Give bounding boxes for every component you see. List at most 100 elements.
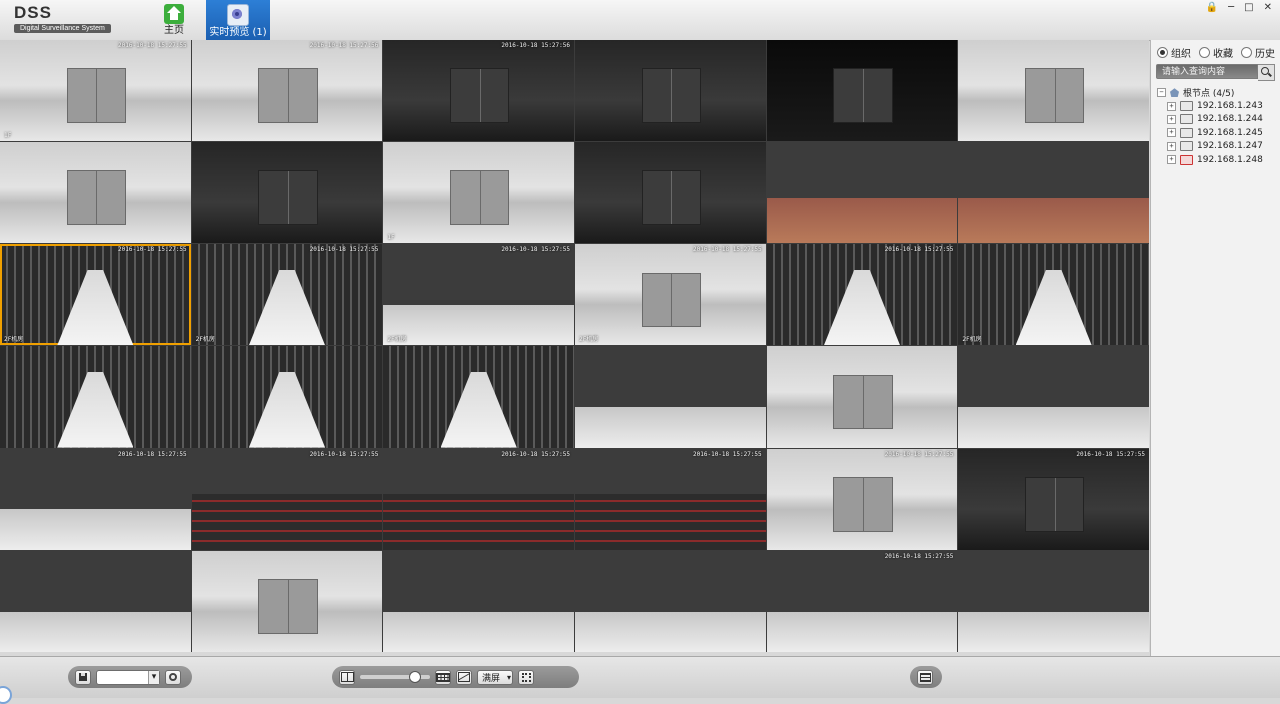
video-cell[interactable] bbox=[575, 346, 766, 448]
view-settings-button[interactable] bbox=[165, 669, 181, 685]
tree-device-item[interactable]: + 192.168.1.243 bbox=[1157, 99, 1263, 112]
radio-favorites[interactable]: 收藏 bbox=[1199, 45, 1233, 60]
tree-device-label: 192.168.1.245 bbox=[1197, 127, 1263, 138]
view-select[interactable] bbox=[96, 669, 160, 685]
video-frame-door bbox=[450, 170, 510, 226]
video-cell[interactable] bbox=[0, 142, 191, 244]
video-frame-door bbox=[833, 68, 893, 123]
video-cell[interactable]: 2016-10-18 15:27:55 2F机房 bbox=[383, 244, 574, 346]
tree-root-label: 根节点 (4/5) bbox=[1183, 89, 1235, 100]
video-cell[interactable]: 2016-10-18 15:27:55 bbox=[0, 449, 191, 550]
video-frame-door bbox=[1025, 68, 1085, 123]
video-cell[interactable] bbox=[383, 346, 574, 448]
radio-history[interactable]: 历史 bbox=[1241, 45, 1275, 60]
video-cell[interactable]: 2F机房 bbox=[958, 244, 1149, 346]
fullscreen-mode-dropdown[interactable]: 满屏 ▾ bbox=[477, 669, 514, 685]
video-timestamp: 2016-10-18 15:27:55 bbox=[693, 450, 762, 458]
grid-layout-button[interactable] bbox=[435, 669, 451, 685]
radio-history-dot bbox=[1241, 47, 1252, 58]
fullscreen-button[interactable] bbox=[518, 669, 535, 685]
expand-icon[interactable]: + bbox=[1167, 101, 1176, 111]
expand-icon[interactable]: + bbox=[1167, 114, 1176, 124]
video-cell[interactable]: 2016-10-18 15:27:55 2F机房 bbox=[191, 244, 383, 346]
task-list-button[interactable] bbox=[917, 669, 933, 685]
video-timestamp: 2016-10-18 15:27:55 bbox=[118, 246, 187, 254]
video-cell[interactable]: 2016-10-18 15:27:55 2F机房 bbox=[0, 244, 191, 346]
video-cell[interactable] bbox=[0, 551, 191, 652]
video-cell[interactable] bbox=[766, 40, 958, 142]
video-cell[interactable] bbox=[0, 346, 191, 448]
tree-device-item[interactable]: + 192.168.1.248 bbox=[1157, 153, 1263, 166]
video-timestamp: 2016-10-18 15:27:55 bbox=[501, 450, 570, 458]
video-frame-floor bbox=[0, 611, 191, 652]
video-frame-door bbox=[1025, 476, 1085, 532]
expand-icon[interactable]: + bbox=[1167, 141, 1176, 151]
video-frame-door bbox=[641, 170, 701, 226]
video-cell[interactable] bbox=[958, 40, 1149, 142]
video-frame-door bbox=[258, 170, 318, 226]
fullscreen-icon bbox=[521, 672, 531, 682]
radio-organization-label: 组织 bbox=[1171, 49, 1191, 60]
tree-root-node[interactable]: − 根节点 (4/5) bbox=[1157, 86, 1263, 99]
video-frame-door bbox=[66, 68, 126, 123]
video-frame-floor bbox=[958, 197, 1149, 244]
tree-device-item[interactable]: + 192.168.1.247 bbox=[1157, 140, 1263, 153]
custom-layout-button[interactable] bbox=[456, 669, 472, 685]
minimize-icon[interactable]: ─ bbox=[1228, 3, 1234, 13]
video-cell[interactable]: 2016-10-18 15:27:55 bbox=[191, 449, 383, 550]
video-cell[interactable] bbox=[191, 142, 383, 244]
video-cell[interactable]: 2016-10-18 15:27:55 bbox=[766, 244, 958, 346]
video-cell[interactable]: 2016-10-18 15:27:55 bbox=[575, 449, 766, 550]
video-cell[interactable] bbox=[191, 346, 383, 448]
video-cell[interactable]: 2016-10-18 15:27:55 bbox=[766, 551, 958, 652]
video-camera-name: 2F机房 bbox=[4, 336, 24, 344]
video-cell[interactable] bbox=[766, 346, 958, 448]
video-cell[interactable]: 2016-10-18 15:27:55 bbox=[958, 448, 1149, 550]
expand-icon[interactable]: + bbox=[1167, 155, 1176, 165]
video-cell[interactable] bbox=[766, 142, 958, 244]
close-icon[interactable]: ✕ bbox=[1264, 3, 1272, 13]
nav-tab-home-label: 主页 bbox=[164, 25, 184, 36]
nav-tab-home[interactable]: 主页 bbox=[148, 0, 200, 40]
video-frame-door bbox=[450, 68, 510, 123]
lock-icon[interactable]: 🔒 bbox=[1206, 3, 1218, 13]
video-cell[interactable] bbox=[575, 40, 766, 142]
video-frame-floor bbox=[575, 611, 766, 652]
video-cell[interactable] bbox=[383, 551, 574, 652]
video-cell[interactable] bbox=[575, 142, 766, 244]
video-frame-floor bbox=[383, 494, 574, 550]
video-cell[interactable]: 2016-10-18 15:27:56 bbox=[383, 40, 574, 142]
video-cell[interactable]: 2016-10-18 15:27:55 1F bbox=[0, 40, 191, 142]
expand-icon[interactable]: + bbox=[1167, 128, 1176, 138]
video-cell[interactable]: 2016-10-18 15:27:55 bbox=[766, 448, 958, 550]
tree-device-item[interactable]: + 192.168.1.245 bbox=[1157, 126, 1263, 139]
video-cell[interactable] bbox=[958, 551, 1149, 652]
maximize-icon[interactable]: □ bbox=[1244, 3, 1253, 13]
video-cell[interactable]: 2016-10-18 15:27:55 2F机房 bbox=[575, 244, 766, 346]
save-view-button[interactable] bbox=[75, 669, 91, 685]
tree-device-item[interactable]: + 192.168.1.244 bbox=[1157, 113, 1263, 126]
video-cell[interactable]: 2016-10-18 15:27:55 bbox=[383, 449, 574, 550]
search-input[interactable] bbox=[1156, 64, 1258, 79]
video-frame-floor bbox=[248, 371, 326, 448]
video-timestamp: 2016-10-18 15:27:55 bbox=[693, 246, 762, 254]
chevron-down-icon: ▾ bbox=[507, 672, 512, 682]
radio-organization[interactable]: 组织 bbox=[1157, 45, 1191, 60]
tree-device-label: 192.168.1.247 bbox=[1197, 141, 1263, 152]
device-tree: − 根节点 (4/5) + 192.168.1.243 + 192.168.1.… bbox=[1157, 86, 1263, 166]
panel-mode-radios: 组织 收藏 历史 bbox=[1157, 45, 1275, 60]
split-screen-button[interactable] bbox=[339, 669, 355, 685]
app-subtitle: Digital Surveillance System bbox=[14, 24, 111, 33]
search-icon[interactable] bbox=[1258, 64, 1275, 81]
slider-handle[interactable] bbox=[409, 671, 421, 683]
video-cell[interactable] bbox=[958, 142, 1149, 244]
video-cell[interactable] bbox=[958, 346, 1149, 448]
video-cell[interactable] bbox=[575, 551, 766, 652]
nav-tab-live-preview[interactable]: 实时预览 (1) bbox=[206, 0, 270, 40]
radio-favorites-label: 收藏 bbox=[1213, 49, 1233, 60]
video-cell[interactable]: 2016-10-18 15:27:56 bbox=[191, 40, 383, 142]
collapse-icon[interactable]: − bbox=[1157, 88, 1166, 98]
video-cell[interactable]: 1F bbox=[383, 142, 574, 244]
window-count-slider[interactable] bbox=[360, 671, 430, 683]
video-cell[interactable] bbox=[191, 550, 383, 652]
